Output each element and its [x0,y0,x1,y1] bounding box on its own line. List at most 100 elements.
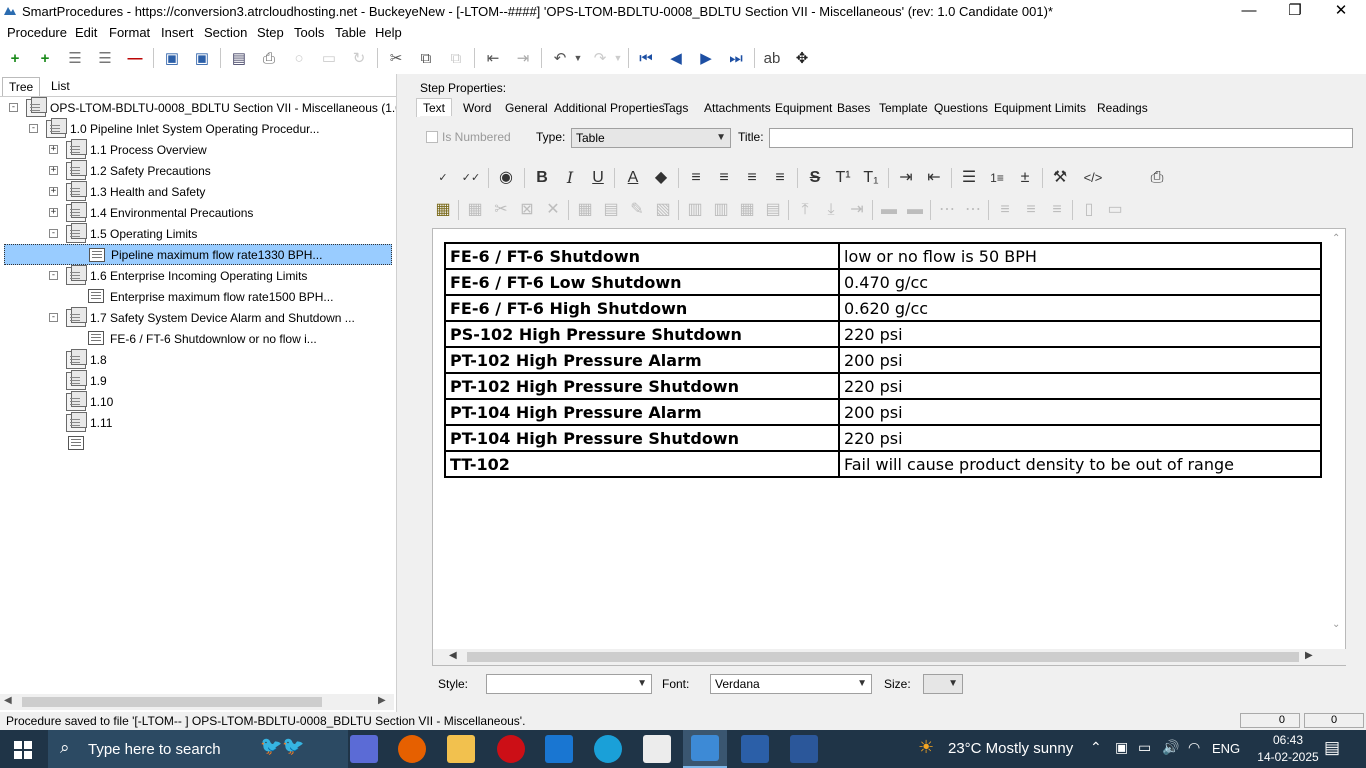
delete-row-icon[interactable]: ⇥ [846,200,868,220]
collapse-icon[interactable]: - [49,229,58,238]
table-cell-limit[interactable]: low or no flow is 50 BPH [838,242,1322,270]
tab-general[interactable]: General [505,101,548,115]
outdent-icon[interactable]: ⇤ [923,168,945,188]
remove-icon[interactable]: — [125,48,145,68]
justify-icon[interactable]: ≡ [769,168,791,188]
table-cell-device[interactable]: PT-104 High Pressure Shutdown [444,424,840,452]
tab-readings[interactable]: Readings [1097,101,1148,115]
tree-node-section-1-9[interactable]: 1.9 [0,370,396,391]
windows-start-icon[interactable] [14,741,32,759]
align-left-icon[interactable]: ≡ [685,168,707,188]
file-explorer-icon[interactable] [447,735,475,763]
collapse-icon[interactable]: - [49,271,58,280]
chevron-up-icon[interactable]: ⌃ [1090,739,1102,756]
tab-template[interactable]: Template [879,101,928,115]
table-cell-device[interactable]: PT-104 High Pressure Alarm [444,398,840,426]
type-select[interactable]: Table ▼ [571,128,731,148]
close-button[interactable]: ✕ [1318,0,1364,22]
subscript-icon[interactable]: T₁ [860,168,882,188]
add-icon[interactable]: + [5,48,25,68]
app-window-icon[interactable] [741,735,769,763]
tree-horizontal-scrollbar[interactable]: ◀ ▶ [0,694,394,710]
scroll-thumb[interactable] [22,697,322,707]
indent-icon[interactable]: ⇥ [895,168,917,188]
tree-node-section-1-8[interactable]: 1.8 [0,349,396,370]
insert-column-left-icon[interactable]: ▥ [684,200,706,220]
insert-table-icon[interactable]: ▦ [432,200,454,220]
network-icon[interactable]: ▣ [1115,739,1128,756]
table-style-icon[interactable]: ▧ [652,200,674,220]
table-row[interactable]: FE-6 / FT-6 Low Shutdown 0.470 g/cc [444,268,1322,296]
tab-tree[interactable]: Tree [2,77,41,96]
tab-attachments[interactable]: Attachments [704,101,771,115]
table-cell-device[interactable]: FE-6 / FT-6 Low Shutdown [444,268,840,296]
table-clear-icon[interactable]: ✕ [542,200,564,220]
table-cut-icon[interactable]: ✂ [490,200,512,220]
notifications-icon[interactable]: ▤ [1324,738,1340,758]
scroll-right-icon[interactable]: ▶ [378,695,386,706]
tree-node-section-1-2[interactable]: + 1.2 Safety Precautions [0,160,396,181]
menu-section[interactable]: Section [204,25,247,40]
table-row[interactable]: PS-102 High Pressure Shutdown 220 psi [444,320,1322,348]
minimize-button[interactable]: — [1226,0,1272,22]
column-width-icon[interactable]: ▬ [904,200,926,220]
chevron-down-icon[interactable]: ▼ [568,48,588,68]
table-cell-device[interactable]: PT-102 High Pressure Alarm [444,346,840,374]
tree-node-section-1-3[interactable]: + 1.3 Health and Safety [0,181,396,202]
add-child-icon[interactable]: + [35,48,55,68]
tree-node-section-1-11[interactable]: 1.11 [0,412,396,433]
table-cell-limit[interactable]: 220 psi [838,320,1322,348]
collapse-icon[interactable]: - [29,124,38,133]
clock-date[interactable]: 14-02-2025 [1253,750,1323,764]
copy-icon[interactable]: ⧉ [416,48,436,68]
scroll-left-icon[interactable]: ◀ [4,695,12,706]
table-row[interactable]: PT-102 High Pressure Shutdown 220 psi [444,372,1322,400]
table-row[interactable]: TT-102 Fail will cause product density to… [444,450,1322,478]
editor-horizontal-scrollbar[interactable]: ◀ ▶ [433,649,1347,665]
tree-node-step[interactable]: FE-6 / FT-6 Shutdownlow or no flow i... [0,328,396,349]
previous-icon[interactable]: ◀ [666,48,686,68]
table-row[interactable]: PT-104 High Pressure Shutdown 220 psi [444,424,1322,452]
list-alt-icon[interactable]: ☰ [95,48,115,68]
expand-icon[interactable]: + [49,208,58,217]
split-cells-icon[interactable]: ▤ [762,200,784,220]
menu-tools[interactable]: Tools [294,25,324,40]
spellcheck-all-icon[interactable]: ✓✓ [460,168,482,188]
table-cell-device[interactable]: TT-102 [444,450,840,478]
refresh-icon[interactable]: ↻ [349,48,369,68]
expand-icon[interactable]: + [49,145,58,154]
tree-node-step-selected[interactable]: Pipeline maximum flow rate1330 BPH... [4,244,392,265]
menu-table[interactable]: Table [335,25,366,40]
first-icon[interactable]: ⏮ [636,48,656,68]
expand-icon[interactable]: + [49,187,58,196]
menu-procedure[interactable]: Procedure [7,25,67,40]
tab-questions[interactable]: Questions [934,101,988,115]
table-edit-icon[interactable]: ▤ [600,200,622,220]
spellcheck-icon[interactable]: ab [762,48,782,68]
align-center-icon[interactable]: ≡ [713,168,735,188]
menu-edit[interactable]: Edit [75,25,97,40]
table-row[interactable]: FE-6 / FT-6 High Shutdown 0.620 g/cc [444,294,1322,322]
next-icon[interactable]: ▶ [696,48,716,68]
underline-icon[interactable]: U [587,168,609,188]
wifi-icon[interactable]: ◠ [1188,739,1200,756]
tab-equipment-limits[interactable]: Equipment Limits [994,101,1086,115]
table-cell-limit[interactable]: Fail will cause product density to be ou… [838,450,1322,478]
cell-align-middle-icon[interactable]: ≡ [1020,200,1042,220]
table-row[interactable]: PT-102 High Pressure Alarm 200 psi [444,346,1322,374]
table-pencil-icon[interactable]: ✎ [626,200,648,220]
table-cell-device[interactable]: FE-6 / FT-6 High Shutdown [444,294,840,322]
collapse-icon[interactable]: - [49,313,58,322]
tree-node-step[interactable]: Enterprise maximum flow rate1500 BPH... [0,286,396,307]
tab-text[interactable]: Text [416,98,453,117]
chevron-down-icon[interactable]: ▼ [608,48,628,68]
bold-icon[interactable]: B [531,168,553,188]
tab-bases[interactable]: Bases [837,101,870,115]
menu-format[interactable]: Format [109,25,150,40]
table-delete-icon[interactable]: ⊠ [516,200,538,220]
step-text-editor[interactable]: FE-6 / FT-6 Shutdown low or no flow is 50… [432,228,1347,666]
box-icon[interactable]: ▭ [319,48,339,68]
paste-icon[interactable]: ⧉ [446,48,466,68]
style-select[interactable]: ▼ [486,674,652,694]
insert-line-icon[interactable]: ± [1014,168,1036,188]
